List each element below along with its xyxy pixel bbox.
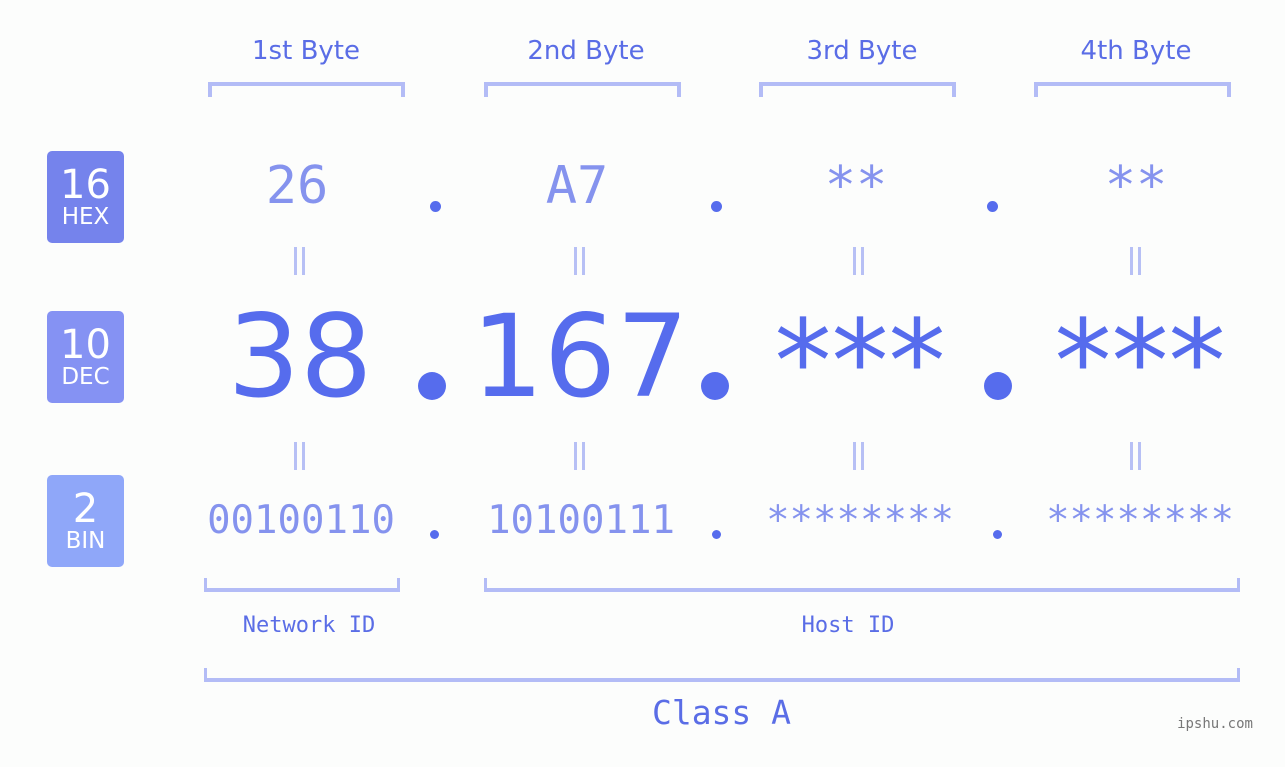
- byte-2-bracket: [484, 82, 681, 97]
- equals-sign: [849, 247, 869, 277]
- byte-1-bracket: [208, 82, 405, 97]
- equals-sign: [849, 442, 869, 472]
- bin-separator-dot: [430, 530, 439, 539]
- hex-byte-3: **: [824, 156, 888, 216]
- dec-byte-2: 167: [471, 290, 689, 423]
- bin-separator-dot: [712, 530, 721, 539]
- network-id-label: Network ID: [242, 613, 376, 638]
- byte-4-bracket: [1034, 82, 1231, 97]
- dec-separator-dot: [701, 372, 729, 400]
- hex-base-number: 16: [60, 162, 111, 208]
- network-id-bracket: [204, 578, 400, 592]
- hex-byte-4: **: [1104, 156, 1168, 216]
- equals-sign: [1126, 442, 1146, 472]
- equals-sign: [290, 247, 310, 277]
- dec-badge: 10 DEC: [47, 311, 124, 403]
- byte-3-bracket: [759, 82, 956, 97]
- dec-separator-dot: [418, 372, 446, 400]
- byte-3-label: 3rd Byte: [806, 36, 918, 66]
- bin-byte-4: ********: [1046, 498, 1234, 543]
- host-id-label: Host ID: [801, 613, 895, 638]
- equals-sign: [570, 442, 590, 472]
- host-id-bracket: [484, 578, 1240, 592]
- byte-4-label: 4th Byte: [1080, 36, 1192, 66]
- dec-separator-dot: [984, 372, 1012, 400]
- bin-byte-3: ********: [766, 498, 954, 543]
- dec-byte-1: 38: [227, 290, 373, 423]
- bin-byte-2: 10100111: [487, 498, 675, 543]
- dec-byte-3: ***: [774, 295, 946, 428]
- hex-separator-dot: [430, 201, 441, 212]
- dec-base-number: 10: [60, 322, 111, 368]
- dec-byte-4: ***: [1054, 295, 1226, 428]
- hex-separator-dot: [711, 201, 722, 212]
- hex-base-label: HEX: [61, 204, 110, 230]
- class-bracket: [204, 668, 1240, 682]
- hex-byte-1: 26: [265, 156, 329, 216]
- dec-base-label: DEC: [61, 364, 110, 390]
- byte-1-label: 1st Byte: [252, 36, 360, 66]
- equals-sign: [290, 442, 310, 472]
- bin-separator-dot: [993, 530, 1002, 539]
- equals-sign: [570, 247, 590, 277]
- bin-badge: 2 BIN: [47, 475, 124, 567]
- hex-byte-2: A7: [545, 156, 609, 216]
- bin-base-label: BIN: [65, 528, 106, 554]
- watermark: ipshu.com: [1177, 716, 1253, 732]
- hex-separator-dot: [987, 201, 998, 212]
- class-label: Class A: [651, 693, 792, 732]
- bin-byte-1: 00100110: [207, 498, 395, 543]
- byte-2-label: 2nd Byte: [527, 36, 645, 66]
- hex-badge: 16 HEX: [47, 151, 124, 243]
- bin-base-number: 2: [72, 486, 99, 532]
- equals-sign: [1126, 247, 1146, 277]
